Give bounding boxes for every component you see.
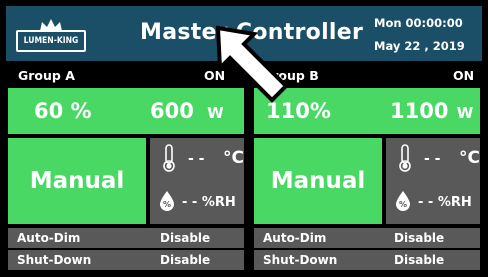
group-a-mode-label: Manual (29, 168, 125, 194)
group-a-name: Group A (18, 68, 75, 83)
brand-logo: LUMEN-KING (16, 19, 86, 54)
group-b-shut-down-label: Shut-Down (263, 253, 338, 267)
group-a-humidity: - - %RH (182, 195, 236, 210)
group-a-header[interactable]: Group A ON (6, 65, 244, 87)
group-a-auto-dim-row[interactable]: Auto-Dim Disable (8, 228, 244, 248)
clock-date: May 22 , 2019 (374, 39, 465, 53)
group-a-power-percent: 60 % (34, 99, 92, 123)
group-b-state: ON (453, 68, 475, 83)
group-a-sensor-panel: - - °C % - - %RH (150, 138, 244, 224)
group-b-mode-label: Manual (270, 168, 366, 194)
group-b-humidity: - - %RH (418, 195, 472, 210)
water-drop-icon: % (396, 191, 410, 211)
group-a-shut-down-label: Shut-Down (17, 253, 92, 267)
group-a-mode-button[interactable]: Manual (8, 138, 146, 224)
group-a-auto-dim-label: Auto-Dim (17, 231, 81, 245)
group-b-shut-down-value: Disable (394, 253, 445, 267)
group-b-power-unit: W (456, 104, 474, 122)
group-b-power-watts: 1100 (390, 99, 449, 123)
group-a-temp-value: - - (188, 151, 205, 167)
logo-text: LUMEN-KING (23, 36, 79, 46)
group-a-shut-down-value: Disable (160, 253, 211, 267)
group-a-temp-unit: °C (223, 148, 244, 168)
arrow-pointer-icon (215, 25, 289, 103)
group-b-temp-value: - - (424, 151, 441, 167)
group-b-mode-button[interactable]: Manual (254, 138, 382, 224)
controller-screen: LUMEN-KING Master Controller Mon 00:00:0… (0, 0, 488, 277)
group-a-power-unit: W (207, 104, 224, 122)
thermometer-icon (163, 144, 175, 172)
svg-text:%: % (399, 200, 407, 209)
group-a-shut-down-row[interactable]: Shut-Down Disable (8, 250, 244, 270)
water-drop-icon: % (160, 191, 174, 211)
group-a-power-watts: 600 (150, 99, 194, 123)
group-a-power-bar[interactable]: 60 % 600 W (8, 88, 244, 134)
group-b-sensor-panel: - - °C % - - %RH (386, 138, 480, 224)
thermometer-icon (399, 144, 411, 172)
group-a-auto-dim-value: Disable (160, 231, 211, 245)
clock-time: Mon 00:00:00 (374, 16, 463, 30)
group-b-temp-unit: °C (459, 148, 480, 168)
group-b-auto-dim-value: Disable (394, 231, 445, 245)
svg-text:%: % (163, 200, 171, 209)
group-b-auto-dim-row[interactable]: Auto-Dim Disable (254, 228, 480, 248)
group-b-shut-down-row[interactable]: Shut-Down Disable (254, 250, 480, 270)
logo-frame: LUMEN-KING (16, 30, 86, 52)
group-b-auto-dim-label: Auto-Dim (263, 231, 327, 245)
